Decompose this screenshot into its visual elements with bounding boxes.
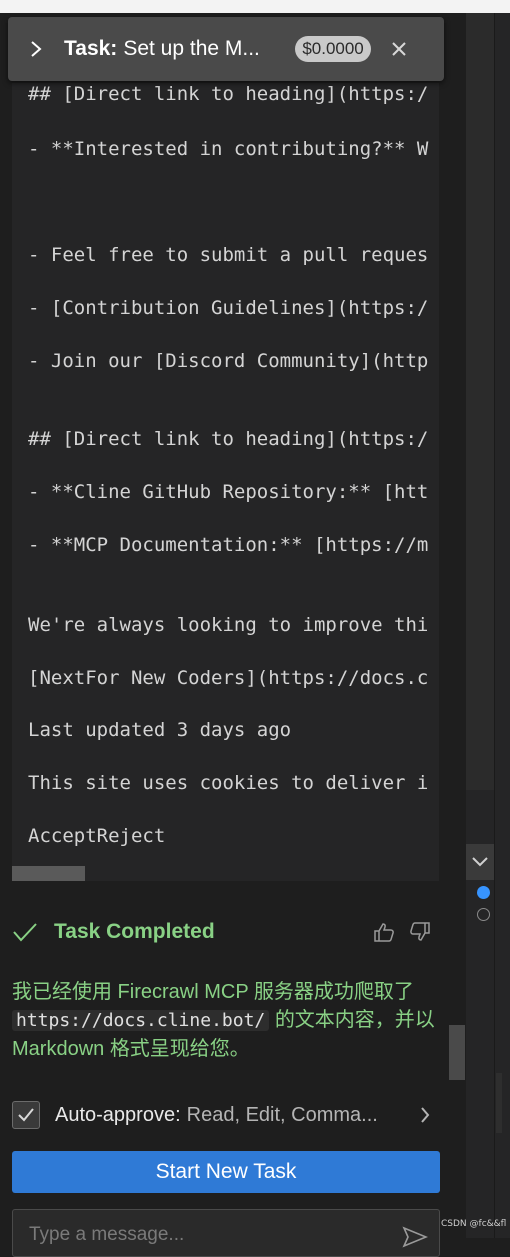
code-line: - **Interested in contributing?** W: [28, 138, 429, 160]
close-icon[interactable]: [389, 39, 409, 59]
task-label: Task:: [64, 37, 118, 60]
send-icon[interactable]: [402, 1224, 428, 1250]
code-line: ## [Direct link to heading](https:/: [28, 83, 429, 105]
task-completed-row: Task Completed: [12, 915, 442, 949]
auto-approve-checkbox[interactable]: [12, 1101, 40, 1129]
feedback-buttons: [372, 920, 432, 944]
message-input[interactable]: Type a message...: [12, 1209, 440, 1257]
auto-approve-value: Read, Edit, Comma...: [186, 1103, 378, 1126]
editor-scrollbar[interactable]: [466, 13, 494, 790]
result-url: https://docs.cline.bot/: [12, 1010, 270, 1031]
result-text-part1: 我已经使用 Firecrawl MCP 服务器成功爬取了: [12, 981, 414, 1003]
code-line: Last updated 3 days ago: [28, 719, 292, 741]
task-completed-label: Task Completed: [54, 920, 215, 943]
code-line: - **MCP Documentation:** [https://m: [28, 534, 429, 556]
start-new-task-button[interactable]: Start New Task: [12, 1151, 440, 1193]
scroll-down-button[interactable]: [466, 844, 494, 880]
right-side-panel: [466, 13, 510, 1238]
expand-chevron-icon[interactable]: [30, 39, 50, 59]
markdown-output-block: ## [Direct link to heading](https:/ - **…: [12, 83, 439, 881]
horizontal-scrollbar[interactable]: [12, 866, 85, 881]
auto-approve-label: Auto-approve:: [55, 1103, 181, 1126]
panel-divider: [494, 13, 495, 1238]
thumbs-down-icon[interactable]: [408, 920, 432, 944]
code-line: [NextFor New Coders](https://docs.c: [28, 667, 429, 689]
code-line: AcceptReject: [28, 825, 166, 847]
auto-approve-row[interactable]: Auto-approve: Read, Edit, Comma...: [12, 1097, 442, 1133]
page-indicator-active[interactable]: [477, 886, 490, 899]
top-strip: [0, 0, 510, 13]
code-line: - Join our [Discord Community](http: [28, 350, 429, 372]
messages-scrollbar[interactable]: [449, 1025, 465, 1080]
task-header[interactable]: Task: Set up the M... $0.0000: [8, 17, 444, 81]
thumbs-up-icon[interactable]: [372, 920, 396, 944]
chevron-down-icon: [472, 857, 488, 867]
task-title: Set up the M...: [123, 37, 260, 60]
page-indicator-inactive[interactable]: [477, 908, 490, 921]
minimap-thumb[interactable]: [496, 1073, 502, 1133]
checkmark-icon: [18, 1108, 34, 1122]
chevron-right-icon[interactable]: [420, 1106, 438, 1124]
code-line: - **Cline GitHub Repository:** [htt: [28, 481, 429, 503]
code-line: ## [Direct link to heading](https:/: [28, 428, 429, 450]
code-line: We're always looking to improve thi: [28, 614, 429, 636]
code-line: - [Contribution Guidelines](https:/: [28, 297, 429, 319]
code-line: This site uses cookies to deliver i: [28, 772, 429, 794]
completion-result-text: 我已经使用 Firecrawl MCP 服务器成功爬取了 https://doc…: [12, 978, 442, 1063]
task-cost-badge: $0.0000: [295, 36, 371, 62]
code-line: - Feel free to submit a pull reques: [28, 244, 429, 266]
watermark: CSDN @fc&&fl: [441, 1219, 507, 1229]
checkmark-icon: [12, 918, 40, 946]
